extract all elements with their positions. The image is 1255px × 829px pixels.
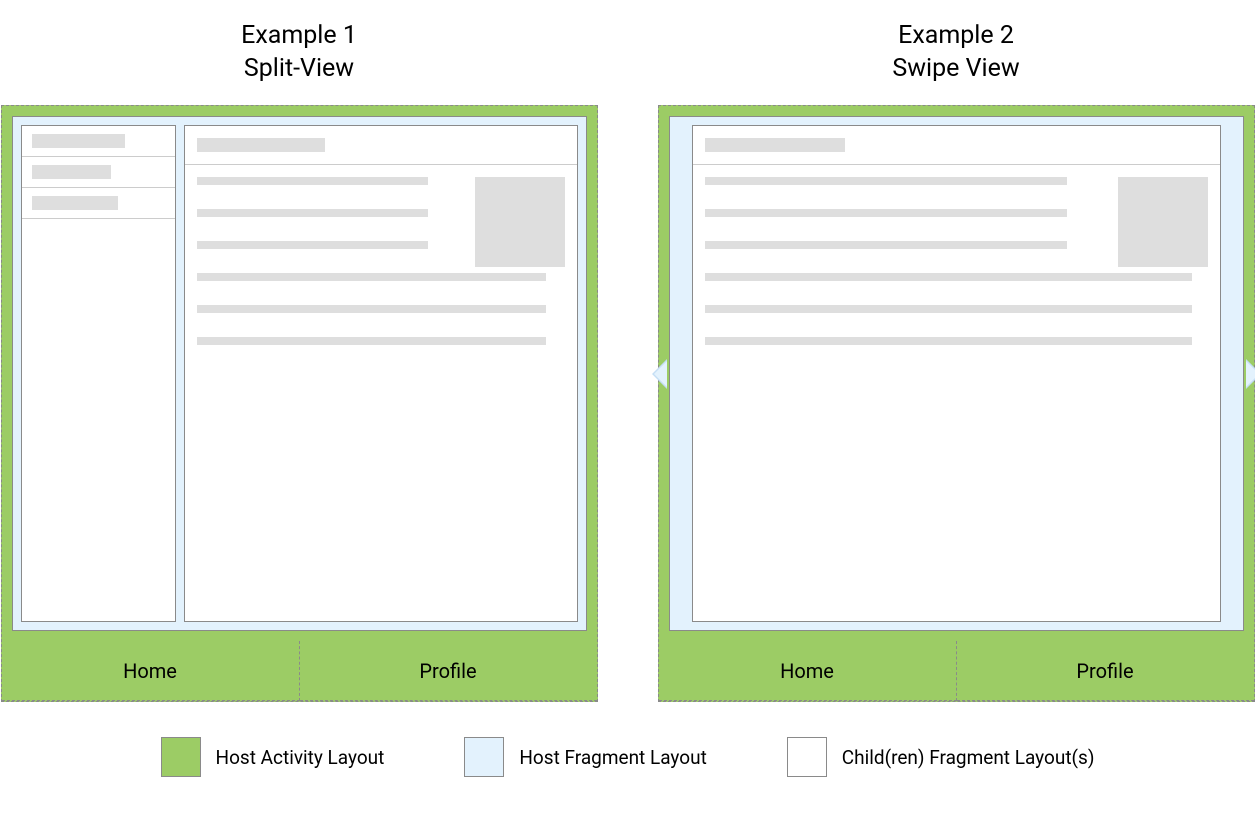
example-1-title-line-1: Example 1: [1, 20, 598, 53]
child-fragment-list: [21, 125, 176, 622]
tab-profile[interactable]: Profile: [300, 641, 597, 701]
host-activity-layout-2: Home Profile: [658, 105, 1255, 702]
placeholder-icon: [705, 138, 846, 152]
swatch-blue-icon: [464, 737, 504, 777]
detail-body: [693, 165, 1220, 357]
example-2-title: Example 2 Swipe View: [658, 0, 1255, 105]
host-fragment-layout-2: [669, 116, 1244, 631]
placeholder-icon: [32, 196, 118, 210]
swipe-right-icon[interactable]: [1246, 359, 1255, 389]
examples-container: Example 1 Split-View: [0, 0, 1255, 702]
legend-item-host-fragment: Host Fragment Layout: [464, 737, 706, 777]
host-fragment-layout-1: [12, 116, 587, 631]
placeholder-icon: [705, 177, 1067, 185]
example-2-title-line-1: Example 2: [658, 20, 1255, 53]
list-item: [22, 126, 175, 157]
thumbnail-icon: [475, 177, 565, 267]
placeholder-icon: [197, 209, 429, 217]
list-item: [22, 157, 175, 188]
placeholder-icon: [197, 337, 547, 345]
example-swipe-view: Example 2 Swipe View: [658, 0, 1255, 702]
placeholder-icon: [197, 177, 429, 185]
example-1-title-line-2: Split-View: [1, 53, 598, 86]
placeholder-icon: [705, 273, 1193, 281]
bottom-tabs-1: Home Profile: [2, 641, 597, 701]
host-activity-layout-1: Home Profile: [1, 105, 598, 702]
tab-home[interactable]: Home: [2, 641, 300, 701]
placeholder-icon: [705, 209, 1067, 217]
example-2-title-line-2: Swipe View: [658, 53, 1255, 86]
swatch-green-icon: [161, 737, 201, 777]
tab-profile[interactable]: Profile: [957, 641, 1254, 701]
legend-item-host-activity: Host Activity Layout: [161, 737, 385, 777]
placeholder-icon: [32, 165, 112, 179]
placeholder-icon: [197, 273, 547, 281]
detail-header: [185, 126, 577, 165]
swatch-white-icon: [787, 737, 827, 777]
bottom-tabs-2: Home Profile: [659, 641, 1254, 701]
legend-item-child-fragment: Child(ren) Fragment Layout(s): [787, 737, 1095, 777]
child-fragment-detail: [184, 125, 578, 622]
child-fragment-page: [692, 125, 1221, 622]
swipe-left-icon[interactable]: [652, 359, 667, 389]
placeholder-icon: [705, 305, 1193, 313]
placeholder-icon: [197, 305, 547, 313]
detail-body: [185, 165, 577, 357]
placeholder-icon: [197, 241, 429, 249]
placeholder-icon: [32, 134, 125, 148]
legend-label-host-activity: Host Activity Layout: [216, 746, 385, 769]
example-1-title: Example 1 Split-View: [1, 0, 598, 105]
placeholder-icon: [705, 241, 1067, 249]
example-split-view: Example 1 Split-View: [1, 0, 598, 702]
detail-header: [693, 126, 1220, 165]
legend: Host Activity Layout Host Fragment Layou…: [0, 702, 1255, 812]
legend-label-child-fragment: Child(ren) Fragment Layout(s): [842, 746, 1095, 769]
placeholder-icon: [197, 138, 326, 152]
placeholder-icon: [705, 337, 1193, 345]
legend-label-host-fragment: Host Fragment Layout: [519, 746, 706, 769]
thumbnail-icon: [1118, 177, 1208, 267]
list-item: [22, 188, 175, 219]
tab-home[interactable]: Home: [659, 641, 957, 701]
